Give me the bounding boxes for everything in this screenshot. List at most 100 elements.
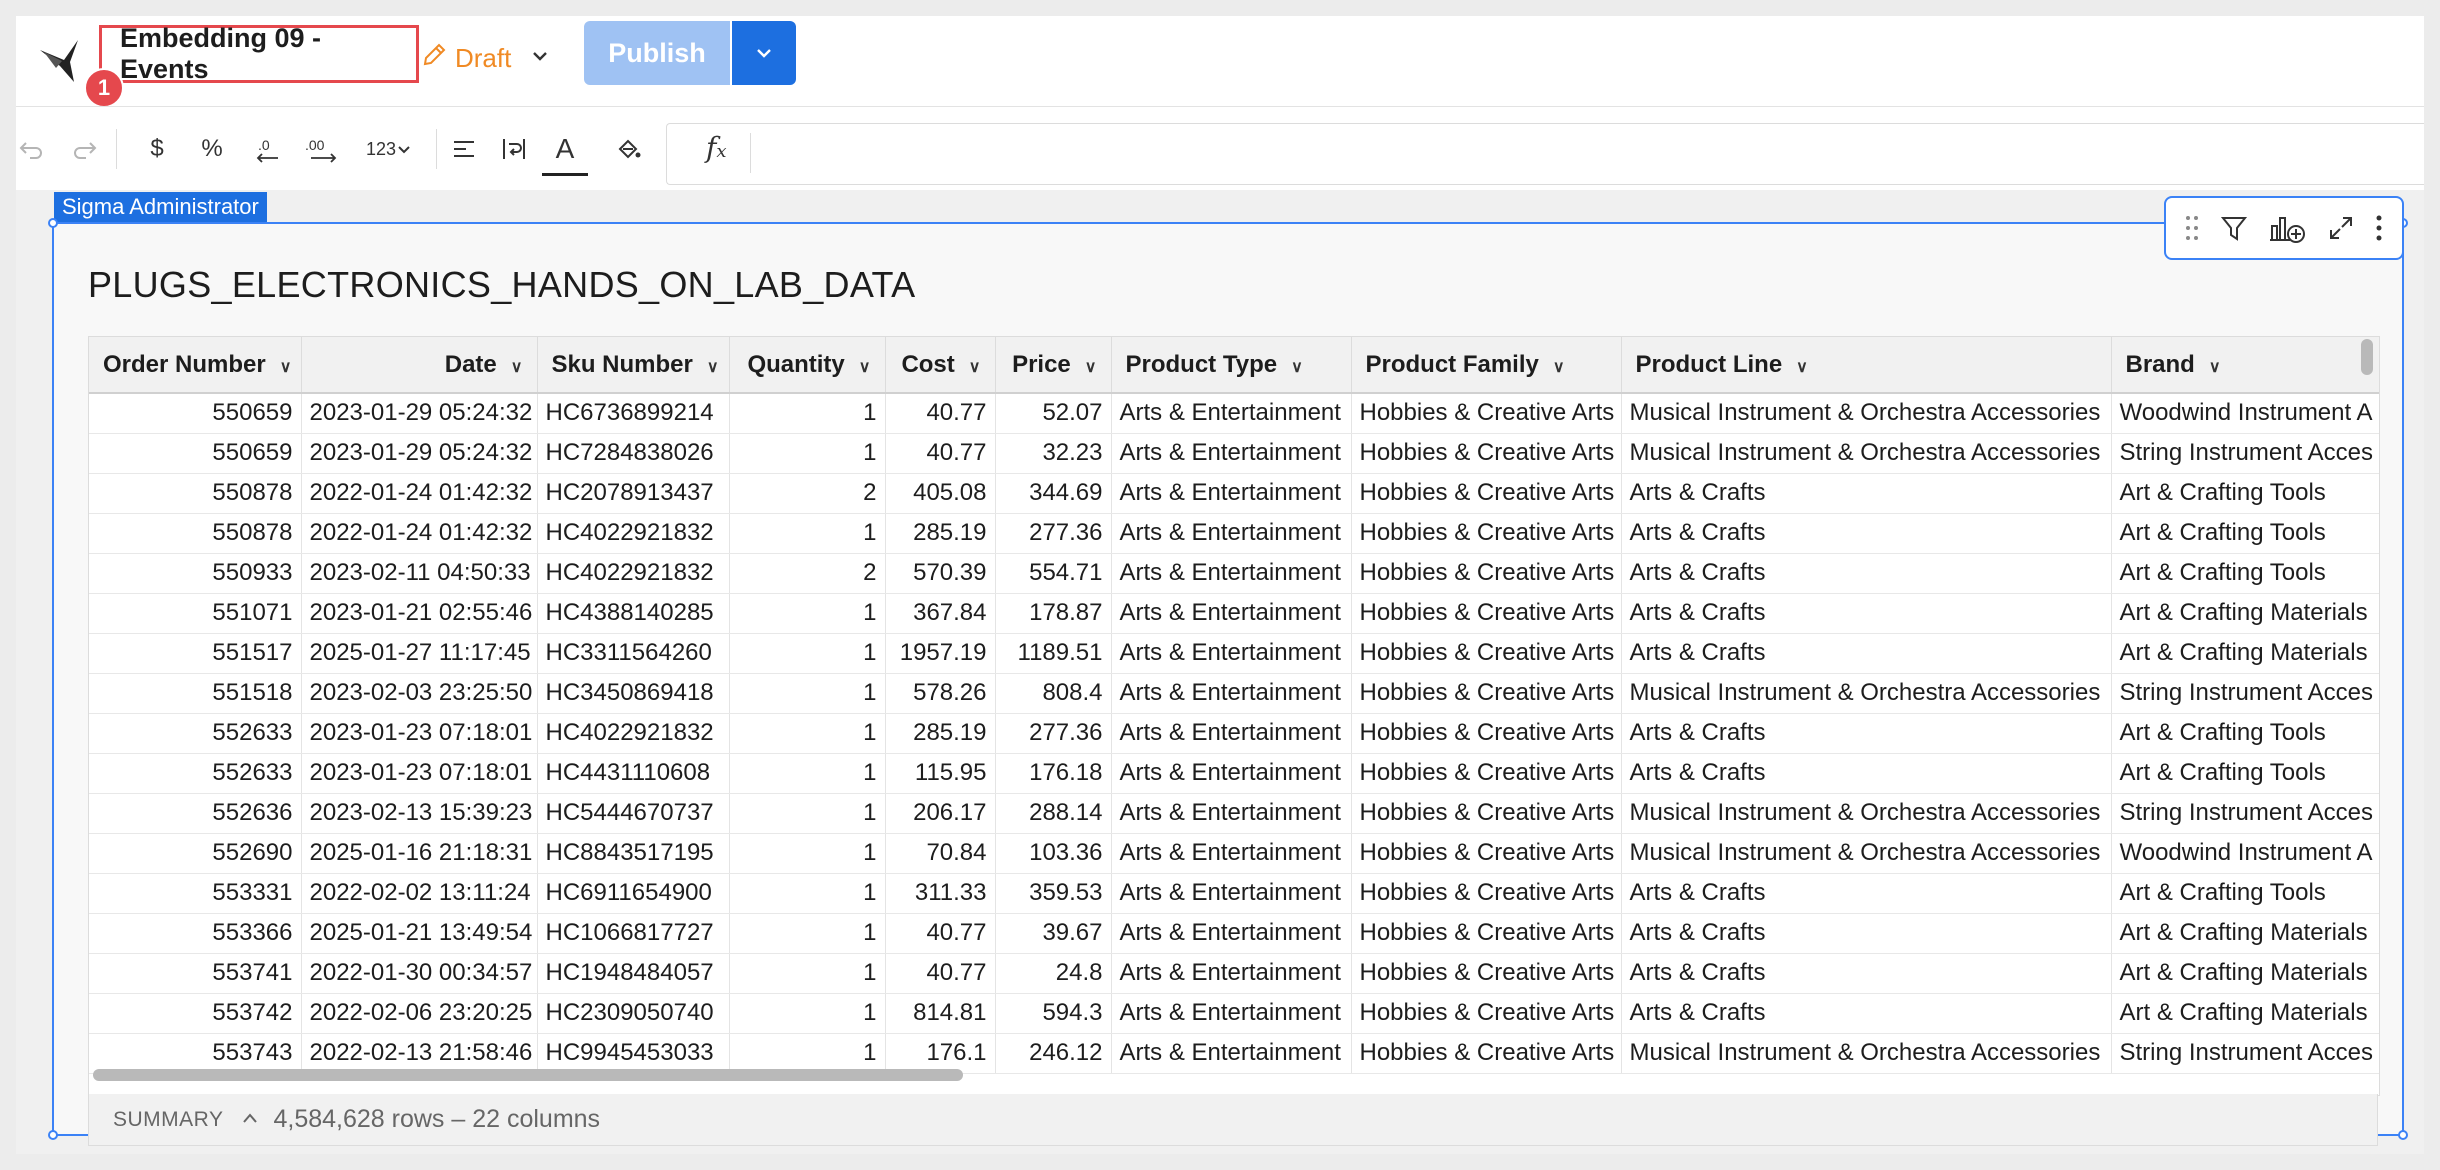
column-header[interactable]: Date ∨: [301, 337, 538, 394]
table-cell[interactable]: HC3450869418: [537, 673, 730, 714]
resize-handle[interactable]: [48, 1130, 58, 1140]
table-cell[interactable]: 40.77: [885, 393, 996, 434]
table-cell[interactable]: Musical Instrument & Orchestra Accessori…: [1621, 1033, 2112, 1074]
table-cell[interactable]: Arts & Crafts: [1621, 633, 2112, 674]
table-cell[interactable]: Arts & Entertainment: [1111, 833, 1352, 874]
table-cell[interactable]: Arts & Crafts: [1621, 873, 2112, 914]
formula-bar[interactable]: [666, 123, 2424, 185]
table-cell[interactable]: 552636: [89, 793, 302, 834]
table-cell[interactable]: 1: [729, 633, 886, 674]
table-cell[interactable]: Woodwind Instrument A: [2111, 833, 2379, 874]
table-element[interactable]: PLUGS_ELECTRONICS_HANDS_ON_LAB_DATA Orde…: [48, 196, 2408, 1146]
table-cell[interactable]: 40.77: [885, 913, 996, 954]
table-cell[interactable]: 1: [729, 993, 886, 1034]
table-cell[interactable]: Arts & Entertainment: [1111, 873, 1352, 914]
drag-handle-icon[interactable]: [2184, 213, 2200, 243]
table-cell[interactable]: 178.87: [995, 593, 1112, 634]
table-cell[interactable]: Musical Instrument & Orchestra Accessori…: [1621, 793, 2112, 834]
align-left-icon[interactable]: [444, 129, 484, 169]
table-cell[interactable]: HC1948484057: [537, 953, 730, 994]
chevron-down-icon[interactable]: ∨: [1553, 359, 1565, 376]
table-cell[interactable]: HC5444670737: [537, 793, 730, 834]
text-wrap-icon[interactable]: [494, 129, 534, 169]
chevron-down-icon[interactable]: ∨: [1085, 359, 1097, 376]
table-cell[interactable]: 1: [729, 753, 886, 794]
table-cell[interactable]: Hobbies & Creative Arts: [1351, 753, 1622, 794]
table-cell[interactable]: Art & Crafting Materials: [2111, 633, 2379, 674]
table-cell[interactable]: Arts & Crafts: [1621, 753, 2112, 794]
table-cell[interactable]: 1: [729, 593, 886, 634]
table-cell[interactable]: 288.14: [995, 793, 1112, 834]
table-cell[interactable]: String Instrument Acces: [2111, 433, 2379, 474]
table-cell[interactable]: 1: [729, 1033, 886, 1074]
table-cell[interactable]: HC2309050740: [537, 993, 730, 1034]
text-color-icon[interactable]: A: [542, 129, 588, 169]
chevron-down-icon[interactable]: ∨: [1796, 359, 1808, 376]
table-cell[interactable]: String Instrument Acces: [2111, 793, 2379, 834]
table-cell[interactable]: Arts & Entertainment: [1111, 673, 1352, 714]
table-cell[interactable]: 550933: [89, 553, 302, 594]
table-cell[interactable]: Arts & Entertainment: [1111, 473, 1352, 514]
table-cell[interactable]: HC7284838026: [537, 433, 730, 474]
table-cell[interactable]: Arts & Crafts: [1621, 553, 2112, 594]
table-cell[interactable]: 552633: [89, 753, 302, 794]
table-cell[interactable]: 285.19: [885, 513, 996, 554]
table-cell[interactable]: 550878: [89, 513, 302, 554]
table-cell[interactable]: 2025-01-16 21:18:31: [301, 833, 538, 874]
increase-decimals-icon[interactable]: .00: [298, 129, 348, 169]
table-cell[interactable]: 2023-02-11 04:50:33: [301, 553, 538, 594]
table-cell[interactable]: 2023-01-21 02:55:46: [301, 593, 538, 634]
table-cell[interactable]: 2: [729, 473, 886, 514]
table-cell[interactable]: 553742: [89, 993, 302, 1034]
percent-format-button[interactable]: %: [192, 129, 232, 169]
vertical-scrollbar[interactable]: [2361, 339, 2373, 375]
table-cell[interactable]: 24.8: [995, 953, 1112, 994]
table-cell[interactable]: 115.95: [885, 753, 996, 794]
table-cell[interactable]: 553366: [89, 913, 302, 954]
table-cell[interactable]: 2023-01-29 05:24:32: [301, 393, 538, 434]
table-cell[interactable]: 1: [729, 793, 886, 834]
table-cell[interactable]: 553331: [89, 873, 302, 914]
chevron-up-icon[interactable]: [241, 1108, 259, 1131]
column-header[interactable]: Quantity ∨: [729, 337, 886, 394]
table-cell[interactable]: 553743: [89, 1033, 302, 1074]
table-cell[interactable]: 311.33: [885, 873, 996, 914]
table-cell[interactable]: Arts & Crafts: [1621, 913, 2112, 954]
table-cell[interactable]: Art & Crafting Tools: [2111, 753, 2379, 794]
publish-button[interactable]: Publish: [584, 21, 730, 85]
table-cell[interactable]: Musical Instrument & Orchestra Accessori…: [1621, 833, 2112, 874]
decrease-decimals-icon[interactable]: .0: [246, 129, 290, 169]
table-cell[interactable]: 103.36: [995, 833, 1112, 874]
table-cell[interactable]: 1189.51: [995, 633, 1112, 674]
table-cell[interactable]: HC3311564260: [537, 633, 730, 674]
column-header[interactable]: Sku Number ∨: [537, 337, 730, 394]
resize-handle[interactable]: [2398, 1130, 2408, 1140]
table-cell[interactable]: 277.36: [995, 513, 1112, 554]
function-icon[interactable]: fx: [706, 131, 727, 164]
column-header[interactable]: Product Family ∨: [1351, 337, 1622, 394]
table-cell[interactable]: Arts & Entertainment: [1111, 793, 1352, 834]
draft-status[interactable]: Draft: [421, 36, 551, 80]
table-cell[interactable]: Hobbies & Creative Arts: [1351, 393, 1622, 434]
table-cell[interactable]: 1: [729, 513, 886, 554]
table-cell[interactable]: Hobbies & Creative Arts: [1351, 873, 1622, 914]
table-cell[interactable]: 1: [729, 833, 886, 874]
number-format-dropdown[interactable]: 123: [354, 129, 424, 169]
table-cell[interactable]: Musical Instrument & Orchestra Accessori…: [1621, 433, 2112, 474]
table-cell[interactable]: 1: [729, 713, 886, 754]
chevron-down-icon[interactable]: ∨: [511, 359, 523, 376]
table-cell[interactable]: 552633: [89, 713, 302, 754]
table-cell[interactable]: HC6911654900: [537, 873, 730, 914]
column-header[interactable]: Product Type ∨: [1111, 337, 1352, 394]
resize-handle[interactable]: [48, 218, 58, 228]
table-cell[interactable]: 1: [729, 873, 886, 914]
table-cell[interactable]: Arts & Entertainment: [1111, 553, 1352, 594]
chevron-down-icon[interactable]: ∨: [859, 359, 871, 376]
table-cell[interactable]: 2: [729, 553, 886, 594]
table-cell[interactable]: Musical Instrument & Orchestra Accessori…: [1621, 673, 2112, 714]
table-cell[interactable]: 367.84: [885, 593, 996, 634]
filter-icon[interactable]: [2219, 213, 2249, 243]
table-cell[interactable]: Arts & Entertainment: [1111, 433, 1352, 474]
table-cell[interactable]: Arts & Entertainment: [1111, 1033, 1352, 1074]
table-cell[interactable]: 1: [729, 953, 886, 994]
